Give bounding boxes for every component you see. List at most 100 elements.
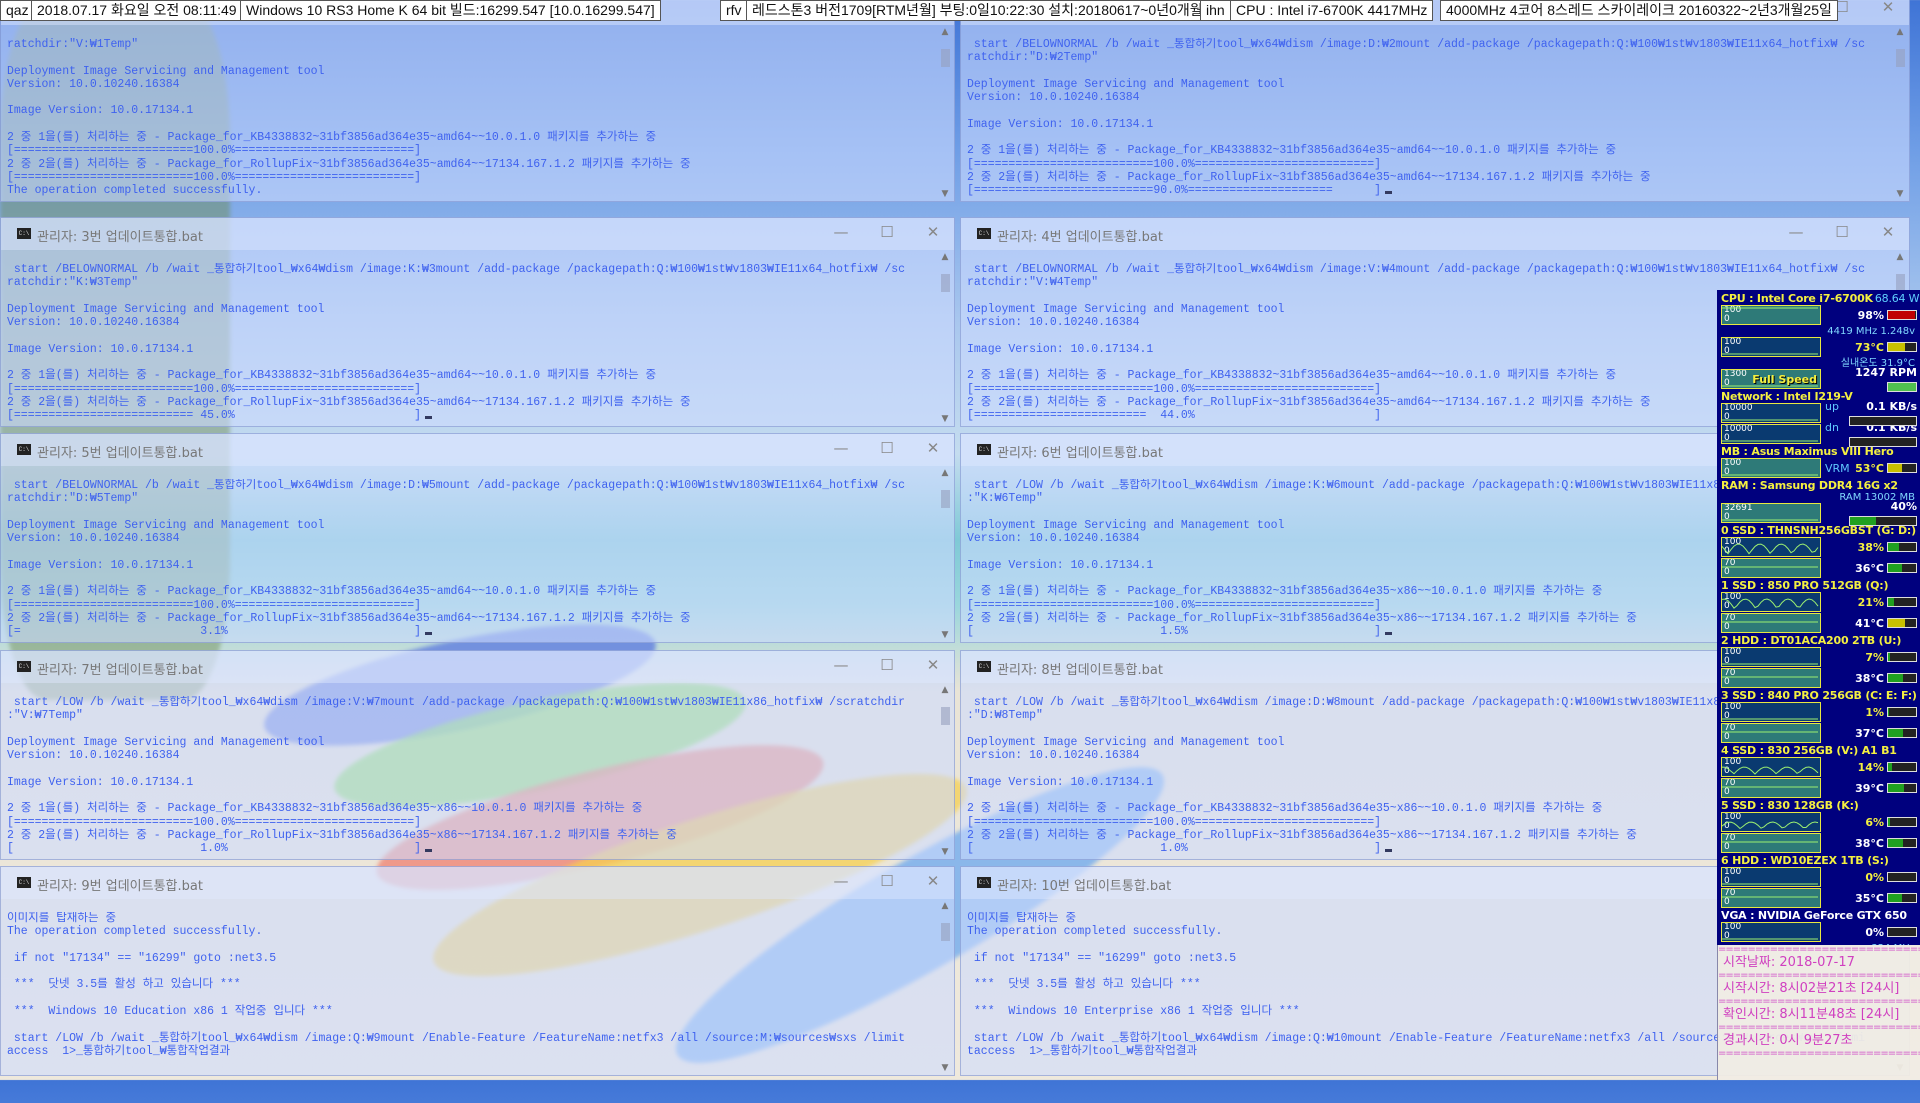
graph-line [1722,459,1820,477]
monitor-row: 13000Full Speed1247 RPM [1721,369,1917,389]
maximize-button[interactable]: ☐ [872,656,902,674]
console-line: 2 중 2을(를) 처리하는 중 - Package_for_RollupFix… [7,612,934,625]
console-line-text: 2 중 2을(를) 처리하는 중 - Package_for_RollupFix… [967,829,1637,842]
cmd-icon: C:\ [17,661,31,672]
minimize-button[interactable]: — [826,223,856,241]
window-titlebar[interactable]: C:\관리자: 5번 업데이트통합.bat—☐✕ [1,434,954,466]
usage-graph: 100000 [1721,403,1821,423]
minimize-button[interactable]: — [826,872,856,890]
window-titlebar[interactable]: C:\관리자: 3번 업데이트통합.bat—☐✕ [1,218,954,250]
console-line: Deployment Image Servicing and Managemen… [7,303,934,316]
minimize-button[interactable]: — [826,656,856,674]
scroll-up-arrow-icon[interactable]: ▲ [1893,27,1907,37]
console-line-text: 2 중 1을(를) 처리하는 중 - Package_for_KB4338832… [7,369,656,382]
console-window[interactable]: C:\—☐✕ start /BELOWNORMAL /b /wait _통합하기… [960,0,1910,202]
console-output[interactable]: start /BELOWNORMAL /b /wait _통합하기tool_₩x… [7,479,934,642]
scroll-down-arrow-icon[interactable]: ▼ [938,414,952,424]
scroll-down-arrow-icon[interactable]: ▼ [938,630,952,640]
close-button[interactable]: ✕ [918,656,948,674]
maximize-button[interactable]: ☐ [872,439,902,457]
console-line [7,789,934,802]
readout-value: 73°C [1855,341,1884,354]
console-output[interactable]: start /LOW /b /wait _통합하기tool_₩x64₩dism … [7,696,934,859]
minimize-button[interactable]: — [826,439,856,457]
vertical-scrollbar[interactable]: ▲▼ [938,252,952,424]
console-line-text: :"K:₩6Temp" [967,492,1043,505]
scroll-up-arrow-icon[interactable]: ▲ [1893,252,1907,262]
maximize-button[interactable]: ☐ [872,872,902,890]
monitor-info: 4419 MHz 1.248v [1721,326,1917,337]
close-button[interactable]: ✕ [1873,223,1903,241]
vertical-scrollbar[interactable]: ▲▼ [938,685,952,857]
console-output[interactable]: start /BELOWNORMAL /b /wait _통합하기tool_₩x… [967,38,1889,201]
console-output[interactable]: start /BELOWNORMAL /b /wait _통합하기tool_₩x… [7,263,934,426]
window-titlebar[interactable]: C:\관리자: 9번 업데이트통합.bat—☐✕ [1,867,954,899]
scrollbar-thumb[interactable] [941,490,950,508]
monitor-readout: 39°C [1821,782,1917,795]
console-window[interactable]: C:\관리자: 5번 업데이트통합.bat—☐✕ start /BELOWNOR… [0,433,955,643]
level-bar [1887,342,1917,352]
vertical-scrollbar[interactable]: ▲▼ [938,468,952,640]
console-line [967,65,1889,78]
vertical-scrollbar[interactable]: ▲▼ [1893,27,1907,199]
usage-graph: 13000Full Speed [1721,369,1821,389]
console-line: [==========================100.0%=======… [7,383,934,396]
console-window[interactable]: C:\관리자: 9번 업데이트통합.bat—☐✕이미지를 탑재하는 중The o… [0,866,955,1076]
scroll-down-arrow-icon[interactable]: ▼ [938,189,952,199]
vertical-scrollbar[interactable]: ▲▼ [938,901,952,1073]
scrollbar-thumb[interactable] [941,274,950,292]
scroll-down-arrow-icon[interactable]: ▼ [1893,189,1907,199]
console-line-text: 2 중 1을(를) 처리하는 중 - Package_for_KB4338832… [967,585,1602,598]
level-bar-fill [1888,653,1890,661]
console-window[interactable]: C:\관리자: 3번 업데이트통합.bat—☐✕ start /BELOWNOR… [0,217,955,427]
console-line-text: 2 중 1을(를) 처리하는 중 - Package_for_KB4338832… [967,144,1616,157]
section-name: 6 HDD : WD10EZEX 1TB (S:) [1721,854,1889,867]
maximize-button[interactable]: ☐ [872,223,902,241]
minimize-button[interactable]: — [1781,223,1811,241]
scrollbar-thumb[interactable] [1896,49,1905,67]
scroll-up-arrow-icon[interactable]: ▲ [938,252,952,262]
console-line [7,992,934,1005]
level-bar [1887,872,1917,882]
readout-value: 21% [1858,596,1884,609]
console-line [7,572,934,585]
monitor-row: 100014% [1721,757,1917,777]
scrollbar-thumb[interactable] [941,923,950,941]
text-cursor [425,632,432,635]
graph-line [1722,724,1820,742]
graph-line [1722,868,1820,886]
monitor-row: 10001% [1721,702,1917,722]
monitor-row: 70038°C [1721,668,1917,688]
close-button[interactable]: ✕ [918,872,948,890]
console-line-text: taccess 1>_통합하기tool_₩통합작업결과 [967,1045,1197,1058]
scroll-up-arrow-icon[interactable]: ▲ [938,468,952,478]
scroll-down-arrow-icon[interactable]: ▼ [938,847,952,857]
console-window[interactable]: C:\관리자: 7번 업데이트통합.bat—☐✕ start /LOW /b /… [0,650,955,860]
close-button[interactable]: ✕ [918,439,948,457]
scrollbar-thumb[interactable] [941,49,950,67]
maximize-button[interactable]: ☐ [1827,223,1857,241]
console-line: start /LOW /b /wait _통합하기tool_₩x64₩dism … [7,696,934,709]
scroll-down-arrow-icon[interactable]: ▼ [938,1063,952,1073]
scroll-up-arrow-icon[interactable]: ▲ [938,27,952,37]
console-output[interactable]: ratchdir:"V:₩1Temp"Deployment Image Serv… [7,38,934,201]
scroll-up-arrow-icon[interactable]: ▲ [938,901,952,911]
console-line-text: 이미지를 탑재하는 중 [967,912,1076,925]
level-bar [1887,762,1917,772]
console-output[interactable]: 이미지를 탑재하는 중The operation completed succe… [7,912,934,1075]
console-line-text: start /BELOWNORMAL /b /wait _통합하기tool_₩x… [967,38,1865,51]
scroll-up-arrow-icon[interactable]: ▲ [938,685,952,695]
console-window[interactable]: C:\—☐✕ratchdir:"V:₩1Temp"Deployment Imag… [0,0,955,202]
scrollbar-thumb[interactable] [941,707,950,725]
close-button[interactable]: ✕ [918,223,948,241]
window-title: 관리자: 6번 업데이트통합.bat [997,442,1163,461]
console-line: start /LOW /b /wait _통합하기tool_₩x64₩dism … [7,1032,934,1045]
readout-label: up [1825,400,1839,413]
console-line: [==========================100.0%=======… [7,599,934,612]
console-line-text: 2 중 2을(를) 처리하는 중 - Package_for_RollupFix… [967,612,1637,625]
window-titlebar[interactable]: C:\관리자: 7번 업데이트통합.bat—☐✕ [1,651,954,683]
window-titlebar[interactable]: C:\관리자: 4번 업데이트통합.bat—☐✕ [961,218,1909,250]
vertical-scrollbar[interactable]: ▲▼ [938,27,952,199]
usage-graph: 1000 [1721,337,1821,357]
section-name: VGA : NVIDIA GeForce GTX 650 [1721,909,1907,922]
